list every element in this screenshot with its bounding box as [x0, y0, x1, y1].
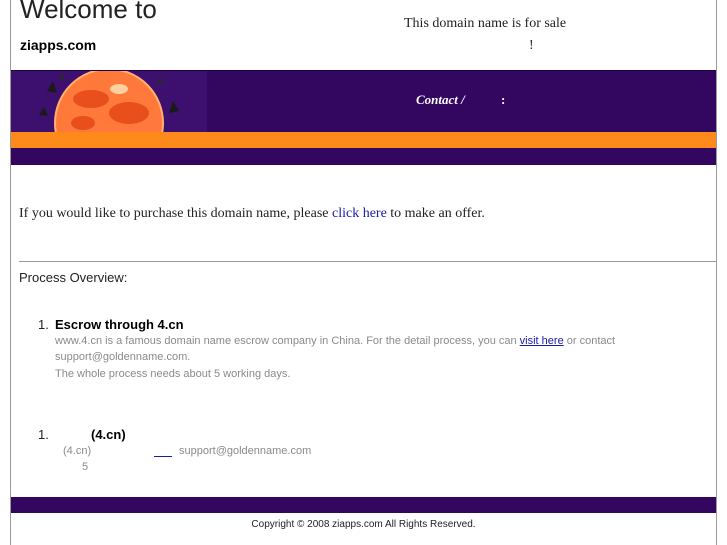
click-here-link[interactable]: click here	[332, 206, 387, 221]
contact-label: Contact /	[416, 92, 465, 107]
escrow-title-cn: (4.cn)	[91, 427, 126, 442]
escrow-title: Escrow through 4.cn	[55, 317, 184, 332]
page-frame: Welcome to ziapps.com This domain name i…	[10, 0, 717, 545]
process-overview-heading: Process Overview:	[19, 270, 128, 285]
footer-bar	[11, 497, 716, 513]
support-email: support@goldenname.com.	[55, 351, 191, 363]
purple-stripe	[11, 148, 716, 165]
offer-text: If you would like to purchase this domai…	[19, 206, 485, 222]
header: Welcome to ziapps.com This domain name i…	[11, 0, 716, 70]
contact-colon: :	[501, 92, 506, 107]
copyright: Copyright © 2008 ziapps.com All Rights R…	[251, 519, 476, 530]
process-duration-cn: 5	[82, 461, 89, 473]
offer-suffix: to make an offer.	[386, 206, 485, 221]
site-name: ziapps.com	[20, 37, 97, 53]
banner: Contact / :	[11, 70, 716, 133]
escrow-cn-label: (4.cn)	[63, 445, 92, 457]
welcome-heading: Welcome to	[20, 0, 157, 24]
escrow-description: www.4.cn is a famous domain name escrow …	[55, 335, 615, 347]
offer-prefix: If you would like to purchase this domai…	[19, 206, 332, 221]
visit-here-link[interactable]: visit here	[520, 335, 564, 347]
globe-logo-icon	[11, 71, 207, 133]
escrow-desc-suffix: or contact	[563, 335, 616, 347]
list-item-number: 1.	[38, 317, 49, 332]
escrow-desc-prefix: www.4.cn is a famous domain name escrow …	[55, 335, 520, 347]
support-email-cn: support@goldenname.com	[179, 445, 312, 457]
divider	[19, 261, 716, 262]
list-item-number: 1.	[38, 427, 49, 442]
exclamation-text: !	[529, 38, 534, 53]
for-sale-text: This domain name is for sale	[404, 16, 567, 31]
orange-stripe	[11, 132, 716, 148]
process-duration: The whole process needs about 5 working …	[55, 368, 291, 380]
cn-link[interactable]	[154, 456, 172, 457]
